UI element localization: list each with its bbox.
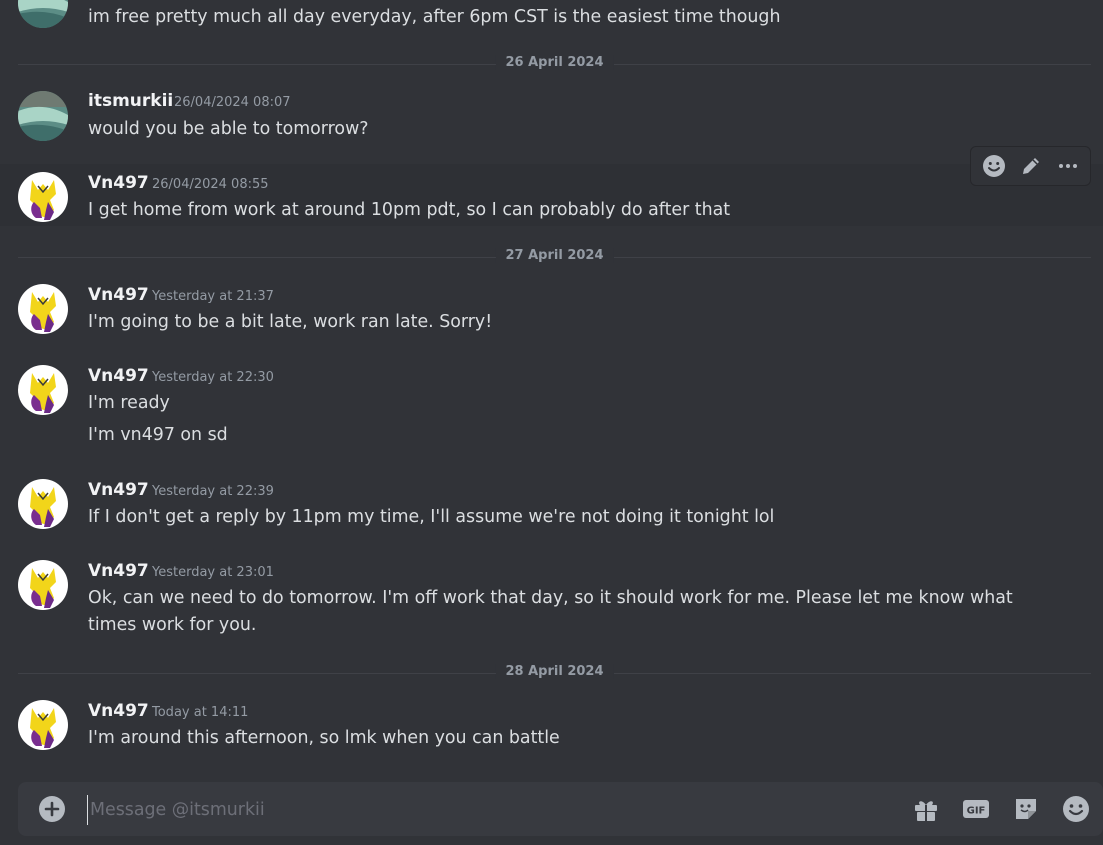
gif-icon[interactable]: GIF [962, 795, 990, 823]
username[interactable]: itsmurkii [88, 91, 173, 111]
avatar[interactable] [18, 91, 68, 141]
message-input[interactable] [87, 795, 872, 825]
message-text: I'm going to be a bit late, work ran lat… [88, 312, 493, 332]
sticker-icon[interactable] [1012, 795, 1040, 823]
username[interactable]: Vn497 [88, 701, 149, 721]
message-top: im free pretty much all day everyday, af… [0, 0, 1103, 40]
username[interactable]: Vn497 [88, 480, 149, 500]
edit-icon[interactable] [1015, 150, 1047, 182]
date-divider-label: 27 April 2024 [495, 248, 614, 263]
message: Vn497 Yesterday at 22:39 If I don't get … [0, 471, 1103, 541]
message-text: Ok, can we need to do tomorrow. I'm off … [88, 588, 1013, 635]
avatar[interactable] [18, 0, 68, 28]
avatar[interactable] [18, 284, 68, 334]
plus-icon[interactable] [39, 796, 65, 822]
message: Vn497 Yesterday at 21:37 I'm going to be… [0, 276, 1103, 346]
date-divider-label: 26 April 2024 [495, 55, 614, 70]
avatar[interactable] [18, 172, 68, 222]
username[interactable]: Vn497 [88, 173, 149, 193]
date-divider: 26 April 2024 [18, 55, 1091, 70]
add-reaction-icon[interactable] [978, 150, 1010, 182]
message-text: I get home from work at around 10pm pdt,… [88, 200, 731, 220]
message: itsmurkii 26/04/2024 08:07 would you be … [0, 84, 1103, 164]
message-text: I'm vn497 on sd [88, 425, 228, 445]
avatar[interactable] [18, 700, 68, 750]
message: Vn497 Yesterday at 22:30 I'm ready I'm v… [0, 357, 1103, 457]
avatar[interactable] [18, 479, 68, 529]
date-divider: 28 April 2024 [18, 664, 1091, 679]
message-composer: GIF [18, 782, 1103, 836]
timestamp[interactable]: Yesterday at 22:30 [152, 370, 274, 385]
username[interactable]: Vn497 [88, 366, 149, 386]
timestamp[interactable]: 26/04/2024 08:07 [174, 95, 291, 110]
message-text: I'm ready [88, 393, 170, 413]
username[interactable]: Vn497 [88, 561, 149, 581]
emoji-icon[interactable] [1062, 795, 1090, 823]
message: Vn497 Yesterday at 23:01 Ok, can we need… [0, 552, 1103, 652]
message-text: im free pretty much all day everyday, af… [88, 7, 781, 27]
message-text: If I don't get a reply by 11pm my time, … [88, 507, 775, 527]
message-text: would you be able to tomorrow? [88, 119, 369, 139]
timestamp[interactable]: Yesterday at 22:39 [152, 484, 274, 499]
message: Vn497 Today at 14:11 I'm around this aft… [0, 692, 1103, 762]
avatar[interactable] [18, 560, 68, 610]
timestamp[interactable]: Yesterday at 21:37 [152, 289, 274, 304]
timestamp[interactable]: Today at 14:11 [152, 705, 248, 720]
message-actions-toolbar [970, 146, 1091, 186]
gif-label: GIF [967, 806, 986, 817]
message: Vn497 26/04/2024 08:55 I get home from w… [0, 164, 1103, 226]
avatar[interactable] [18, 365, 68, 415]
username[interactable]: Vn497 [88, 285, 149, 305]
date-divider-label: 28 April 2024 [495, 664, 614, 679]
message-text: I'm around this afternoon, so lmk when y… [88, 728, 560, 748]
date-divider: 27 April 2024 [18, 248, 1091, 263]
more-icon[interactable] [1052, 150, 1084, 182]
timestamp[interactable]: 26/04/2024 08:55 [152, 177, 269, 192]
timestamp[interactable]: Yesterday at 23:01 [152, 565, 274, 580]
gift-icon[interactable] [912, 795, 940, 823]
